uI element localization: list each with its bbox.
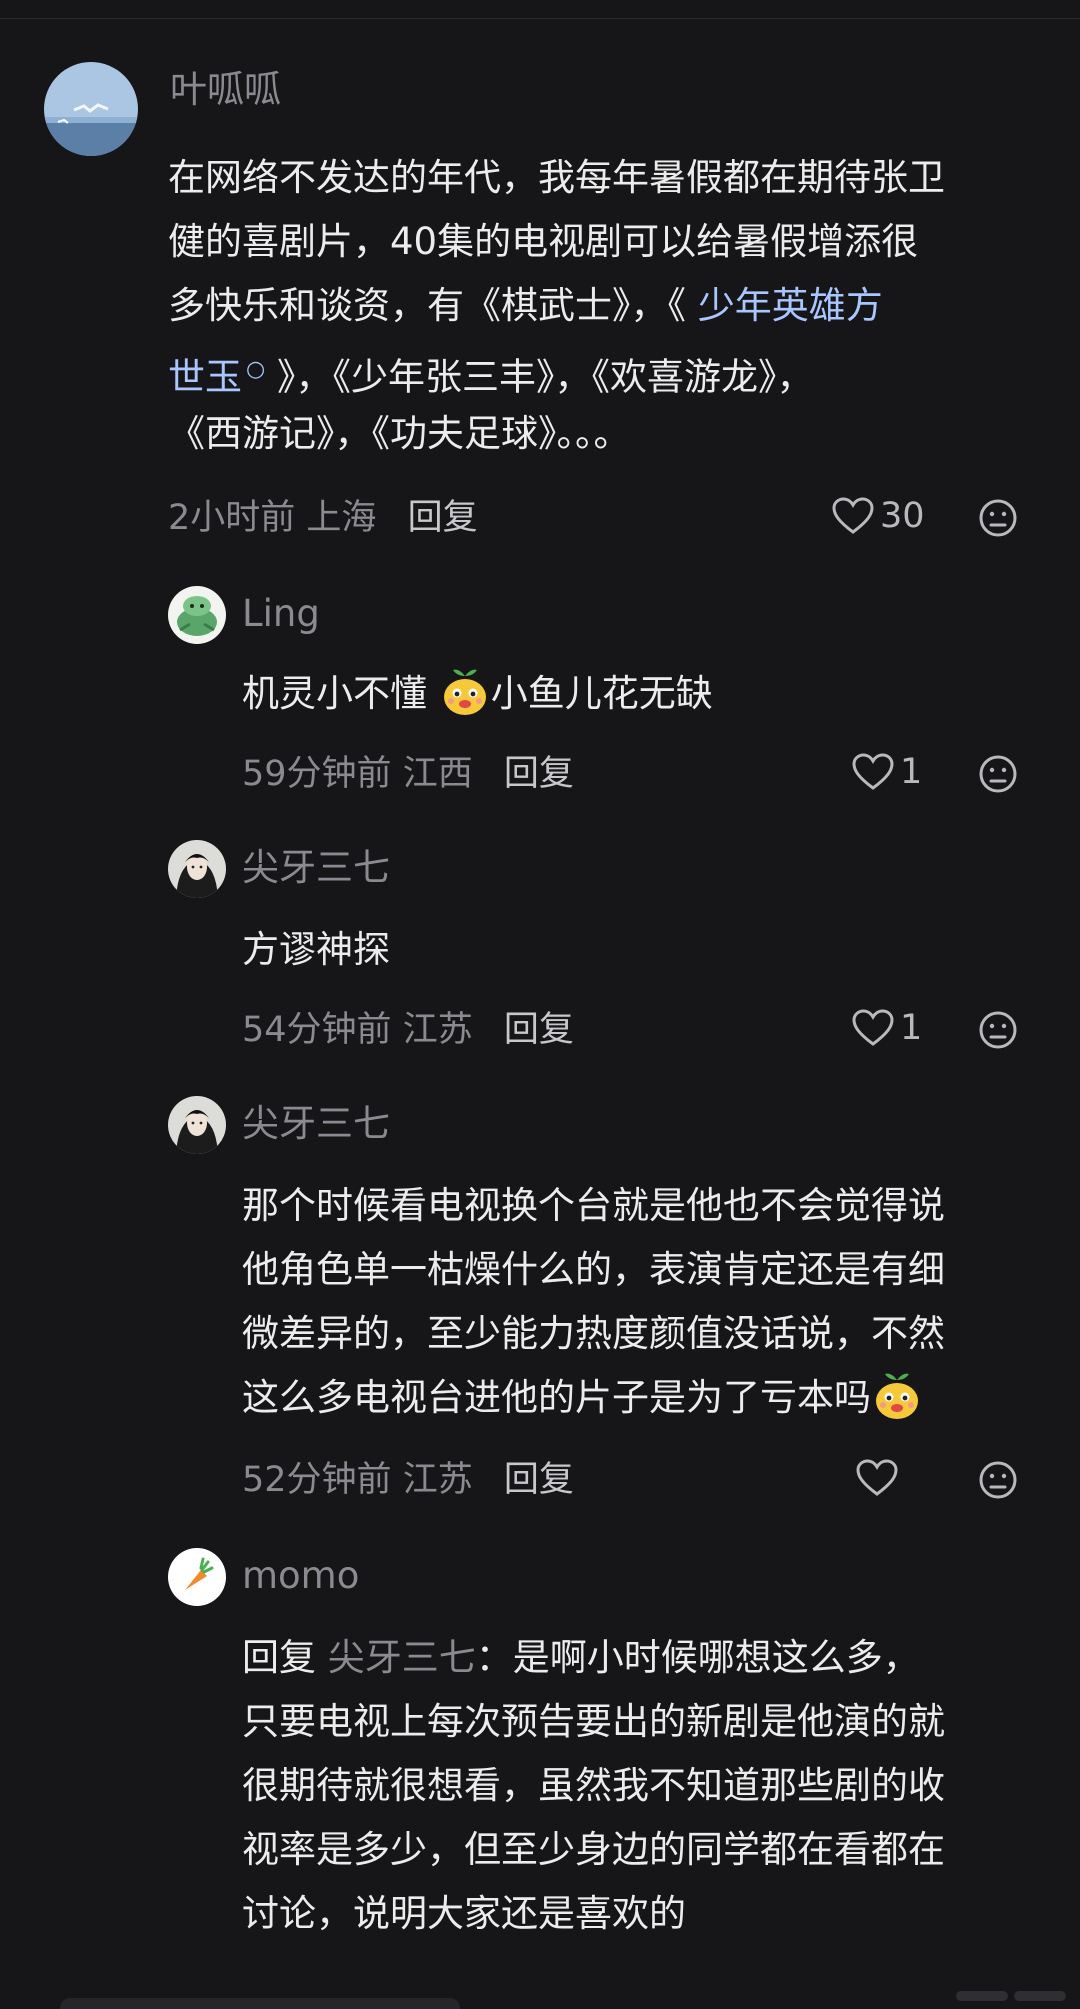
comment-time: 52分钟前 (242, 1460, 392, 1500)
frown-face-icon (979, 755, 1017, 793)
like-button[interactable]: 30 (832, 494, 925, 538)
comment-time: 54分钟前 (242, 1010, 392, 1050)
comment-author[interactable]: 尖牙三七 (242, 846, 390, 890)
dislike-button[interactable] (978, 498, 1018, 538)
avatar[interactable] (44, 62, 138, 156)
frown-face-icon (979, 1011, 1017, 1049)
comment-line: 讨论，说明大家还是喜欢的 (242, 1892, 686, 1935)
reply-button[interactable]: 回复 (504, 1010, 574, 1050)
bottom-bar (60, 1998, 460, 2009)
comment-line: 视率是多少，但至少身边的同学都在看都在 (242, 1828, 945, 1871)
comment-author[interactable]: 尖牙三七 (242, 1102, 390, 1146)
comment-line: 只要电视上每次预告要出的新剧是他演的就 (242, 1700, 945, 1743)
comment-text: 方谬神探 (242, 918, 390, 982)
search-link[interactable]: 世玉 (168, 355, 242, 398)
comment-line: 那个时候看电视换个台就是他也不会觉得说 (242, 1184, 945, 1227)
comment-author[interactable]: Ling (242, 592, 320, 636)
sprout-face-emoji (441, 666, 489, 716)
comment-line: 微差异的，至少能力热度颜值没话说，不然 (242, 1312, 945, 1355)
comment-text: 那个时候看电视换个台就是他也不会觉得说 他角色单一枯燥什么的，表演肯定还是有细 … (242, 1174, 945, 1430)
comment-text: 回复 尖牙三七：是啊小时候哪想这么多， 只要电视上每次预告要出的新剧是他演的就 … (242, 1626, 945, 1946)
comment-time: 59分钟前 (242, 754, 392, 794)
comment-location: 江苏 (402, 1460, 473, 1500)
comment-line-text: ：是啊小时候哪想这么多， (475, 1636, 920, 1679)
avatar[interactable] (168, 586, 226, 644)
dislike-button[interactable] (978, 1010, 1018, 1050)
heart-icon (832, 497, 874, 534)
comment-location: 江西 (402, 754, 473, 794)
avatar[interactable] (168, 840, 226, 898)
heart-icon (852, 1009, 894, 1046)
comment-line: 这么多电视台进他的片子是为了亏本吗 (242, 1366, 945, 1430)
comment-line-text: 》，《少年张三丰》，《欢喜游龙》， (276, 355, 814, 399)
sprout-face-emoji (873, 1370, 921, 1420)
heart-icon (856, 1459, 898, 1496)
like-button[interactable]: 1 (852, 750, 922, 794)
comment-line-text: 小鱼儿花无缺 (490, 672, 713, 715)
comment-meta: 54分钟前 江苏 回复 (242, 1008, 574, 1052)
comment-line-text: 这么多电视台进他的片子是为了亏本吗 (242, 1376, 871, 1419)
comment-line-text: 机灵小不懂 (242, 672, 427, 715)
comment-line: 健的喜剧片，40集的电视剧可以给暑假增添很 (168, 220, 919, 263)
comment-line-text: 多快乐和谈资，有《棋武士》，《 (168, 284, 686, 327)
comment-meta: 59分钟前 江西 回复 (242, 752, 574, 796)
comment-line: 他角色单一枯燥什么的，表演肯定还是有细 (242, 1248, 945, 1291)
comment-line: 在网络不发达的年代，我每年暑假都在期待张卫 (168, 156, 945, 199)
like-count: 30 (880, 496, 925, 536)
avatar[interactable] (168, 1096, 226, 1154)
like-count: 1 (900, 1008, 923, 1048)
comment-text: 机灵小不懂 小鱼儿花无缺 (242, 662, 713, 726)
top-divider (0, 18, 1080, 19)
comment-location: 江苏 (402, 1010, 473, 1050)
like-count: 1 (900, 752, 923, 792)
comment-meta: 52分钟前 江苏 回复 (242, 1458, 574, 1502)
comment-meta: 2小时前 上海 回复 (168, 496, 478, 540)
comment-author[interactable]: momo (242, 1554, 359, 1598)
dislike-button[interactable] (978, 754, 1018, 794)
reply-button[interactable]: 回复 (408, 498, 478, 538)
comment-time: 2小时前 (168, 498, 296, 538)
reply-to-user[interactable]: 尖牙三七 (328, 1636, 476, 1679)
frown-face-icon (979, 499, 1017, 537)
comment-line: 《西游记》，《功夫足球》。。。 (168, 412, 631, 455)
watermark (956, 1984, 1066, 2008)
avatar[interactable] (168, 1548, 226, 1606)
reply-button[interactable]: 回复 (504, 1460, 574, 1500)
comment-author[interactable]: 叶呱呱 (170, 68, 281, 112)
search-link-icon[interactable]: ○ (246, 357, 265, 382)
heart-icon (852, 753, 894, 790)
comment-text: 在网络不发达的年代，我每年暑假都在期待张卫 健的喜剧片，40集的电视剧可以给暑假… (168, 146, 945, 466)
frown-face-icon (979, 1461, 1017, 1499)
search-link[interactable]: 少年英雄方 (698, 284, 883, 327)
comment-location: 上海 (306, 498, 377, 538)
like-button[interactable] (856, 1456, 904, 1500)
reply-prefix: 回复 (242, 1636, 316, 1679)
reply-button[interactable]: 回复 (504, 754, 574, 794)
comment-line: 回复 尖牙三七：是啊小时候哪想这么多， (242, 1626, 945, 1690)
comment-line: 多快乐和谈资，有《棋武士》，《 少年英雄方 (168, 274, 945, 338)
comment-line: 机灵小不懂 小鱼儿花无缺 (242, 662, 713, 726)
dislike-button[interactable] (978, 1460, 1018, 1500)
comment-line: 很期待就很想看，虽然我不知道那些剧的收 (242, 1764, 945, 1807)
comment-line: 方谬神探 (242, 928, 390, 971)
comment-line: 世玉 ○ 》，《少年张三丰》，《欢喜游龙》， (168, 338, 945, 402)
like-button[interactable]: 1 (852, 1006, 922, 1050)
